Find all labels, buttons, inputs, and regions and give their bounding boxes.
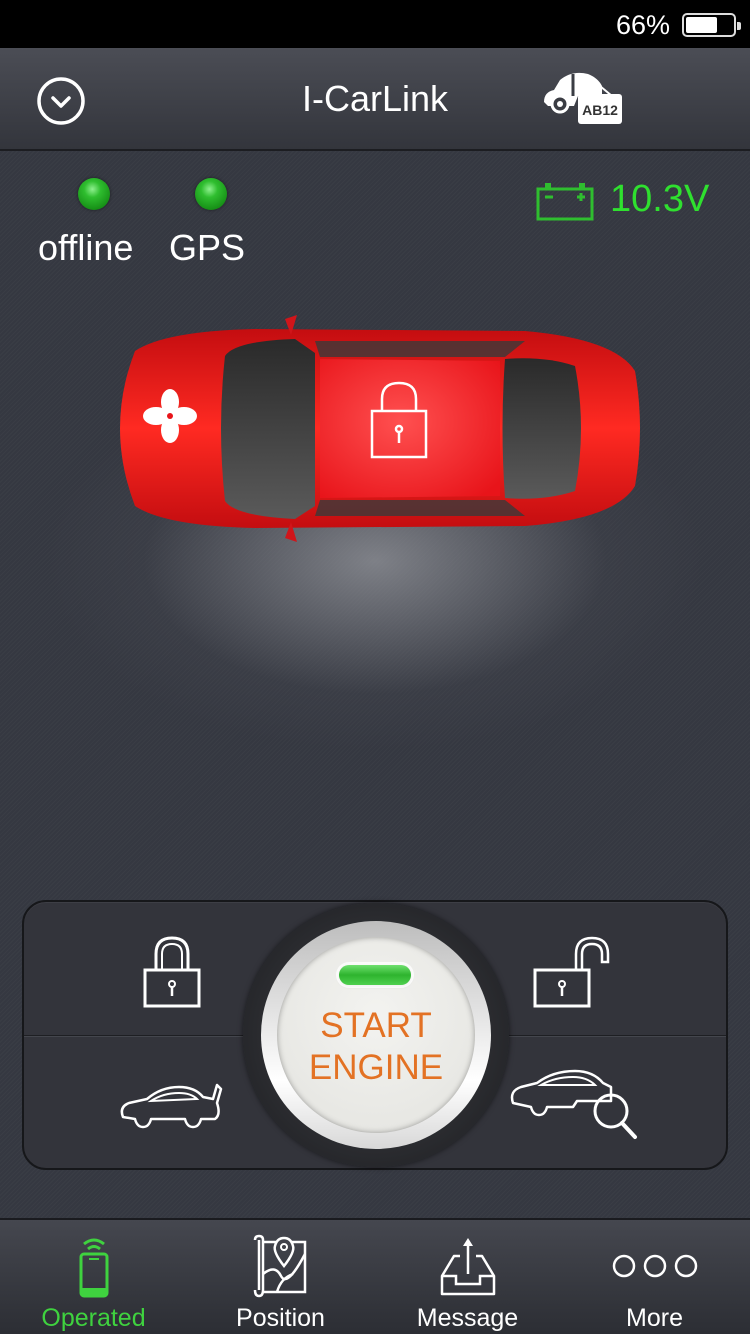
tab-label: More — [626, 1304, 683, 1332]
more-dots-icon — [612, 1254, 697, 1278]
start-engine-button[interactable]: START ENGINE — [243, 903, 509, 1167]
unlock-icon — [533, 936, 610, 1008]
tab-label: Message — [416, 1304, 519, 1332]
start-engine-label-line2: ENGINE — [308, 1048, 444, 1087]
engine-status-led — [339, 965, 411, 985]
bottom-tab-bar: Operated Position Message More — [0, 1218, 750, 1334]
tab-label: Operated — [41, 1304, 146, 1332]
offline-status-led — [78, 178, 110, 210]
battery-percent: 66% — [615, 10, 670, 40]
phone-remote-icon — [79, 1238, 108, 1298]
tab-position[interactable]: Position — [187, 1220, 374, 1334]
main-panel: offline GPS 10.3V START ENGINE — [0, 151, 750, 1218]
app-header: I-CarLink AB12 — [0, 48, 750, 151]
car-trunk-icon — [120, 1083, 223, 1129]
status-bar: 66% — [0, 0, 750, 48]
start-engine-label-line1: START — [320, 1006, 432, 1045]
gps-status-led — [195, 178, 227, 210]
tab-label: Position — [236, 1304, 325, 1332]
unlock-button[interactable] — [512, 922, 632, 1022]
tab-more[interactable]: More — [561, 1220, 748, 1334]
page-title: I-CarLink — [301, 78, 449, 119]
lock-button[interactable] — [112, 922, 232, 1022]
offline-label: offline — [38, 227, 134, 268]
lock-icon — [143, 936, 201, 1008]
car-plate-icon — [544, 72, 622, 124]
map-pin-icon — [253, 1234, 306, 1298]
car-battery-icon — [536, 183, 594, 221]
battery-icon — [682, 13, 741, 37]
tab-message[interactable]: Message — [374, 1220, 561, 1334]
vehicle-select-button[interactable]: AB12 — [538, 66, 628, 131]
trunk-button[interactable] — [112, 1057, 232, 1157]
plate-text: AB12 — [582, 102, 618, 118]
car-search-icon — [510, 1069, 637, 1139]
gps-label: GPS — [169, 227, 246, 268]
car-top-view — [120, 315, 640, 542]
battery-voltage: 10.3V — [610, 178, 710, 220]
find-car-button[interactable] — [502, 1057, 652, 1157]
inbox-upload-icon — [440, 1238, 495, 1296]
tab-operated[interactable]: Operated — [0, 1220, 187, 1334]
